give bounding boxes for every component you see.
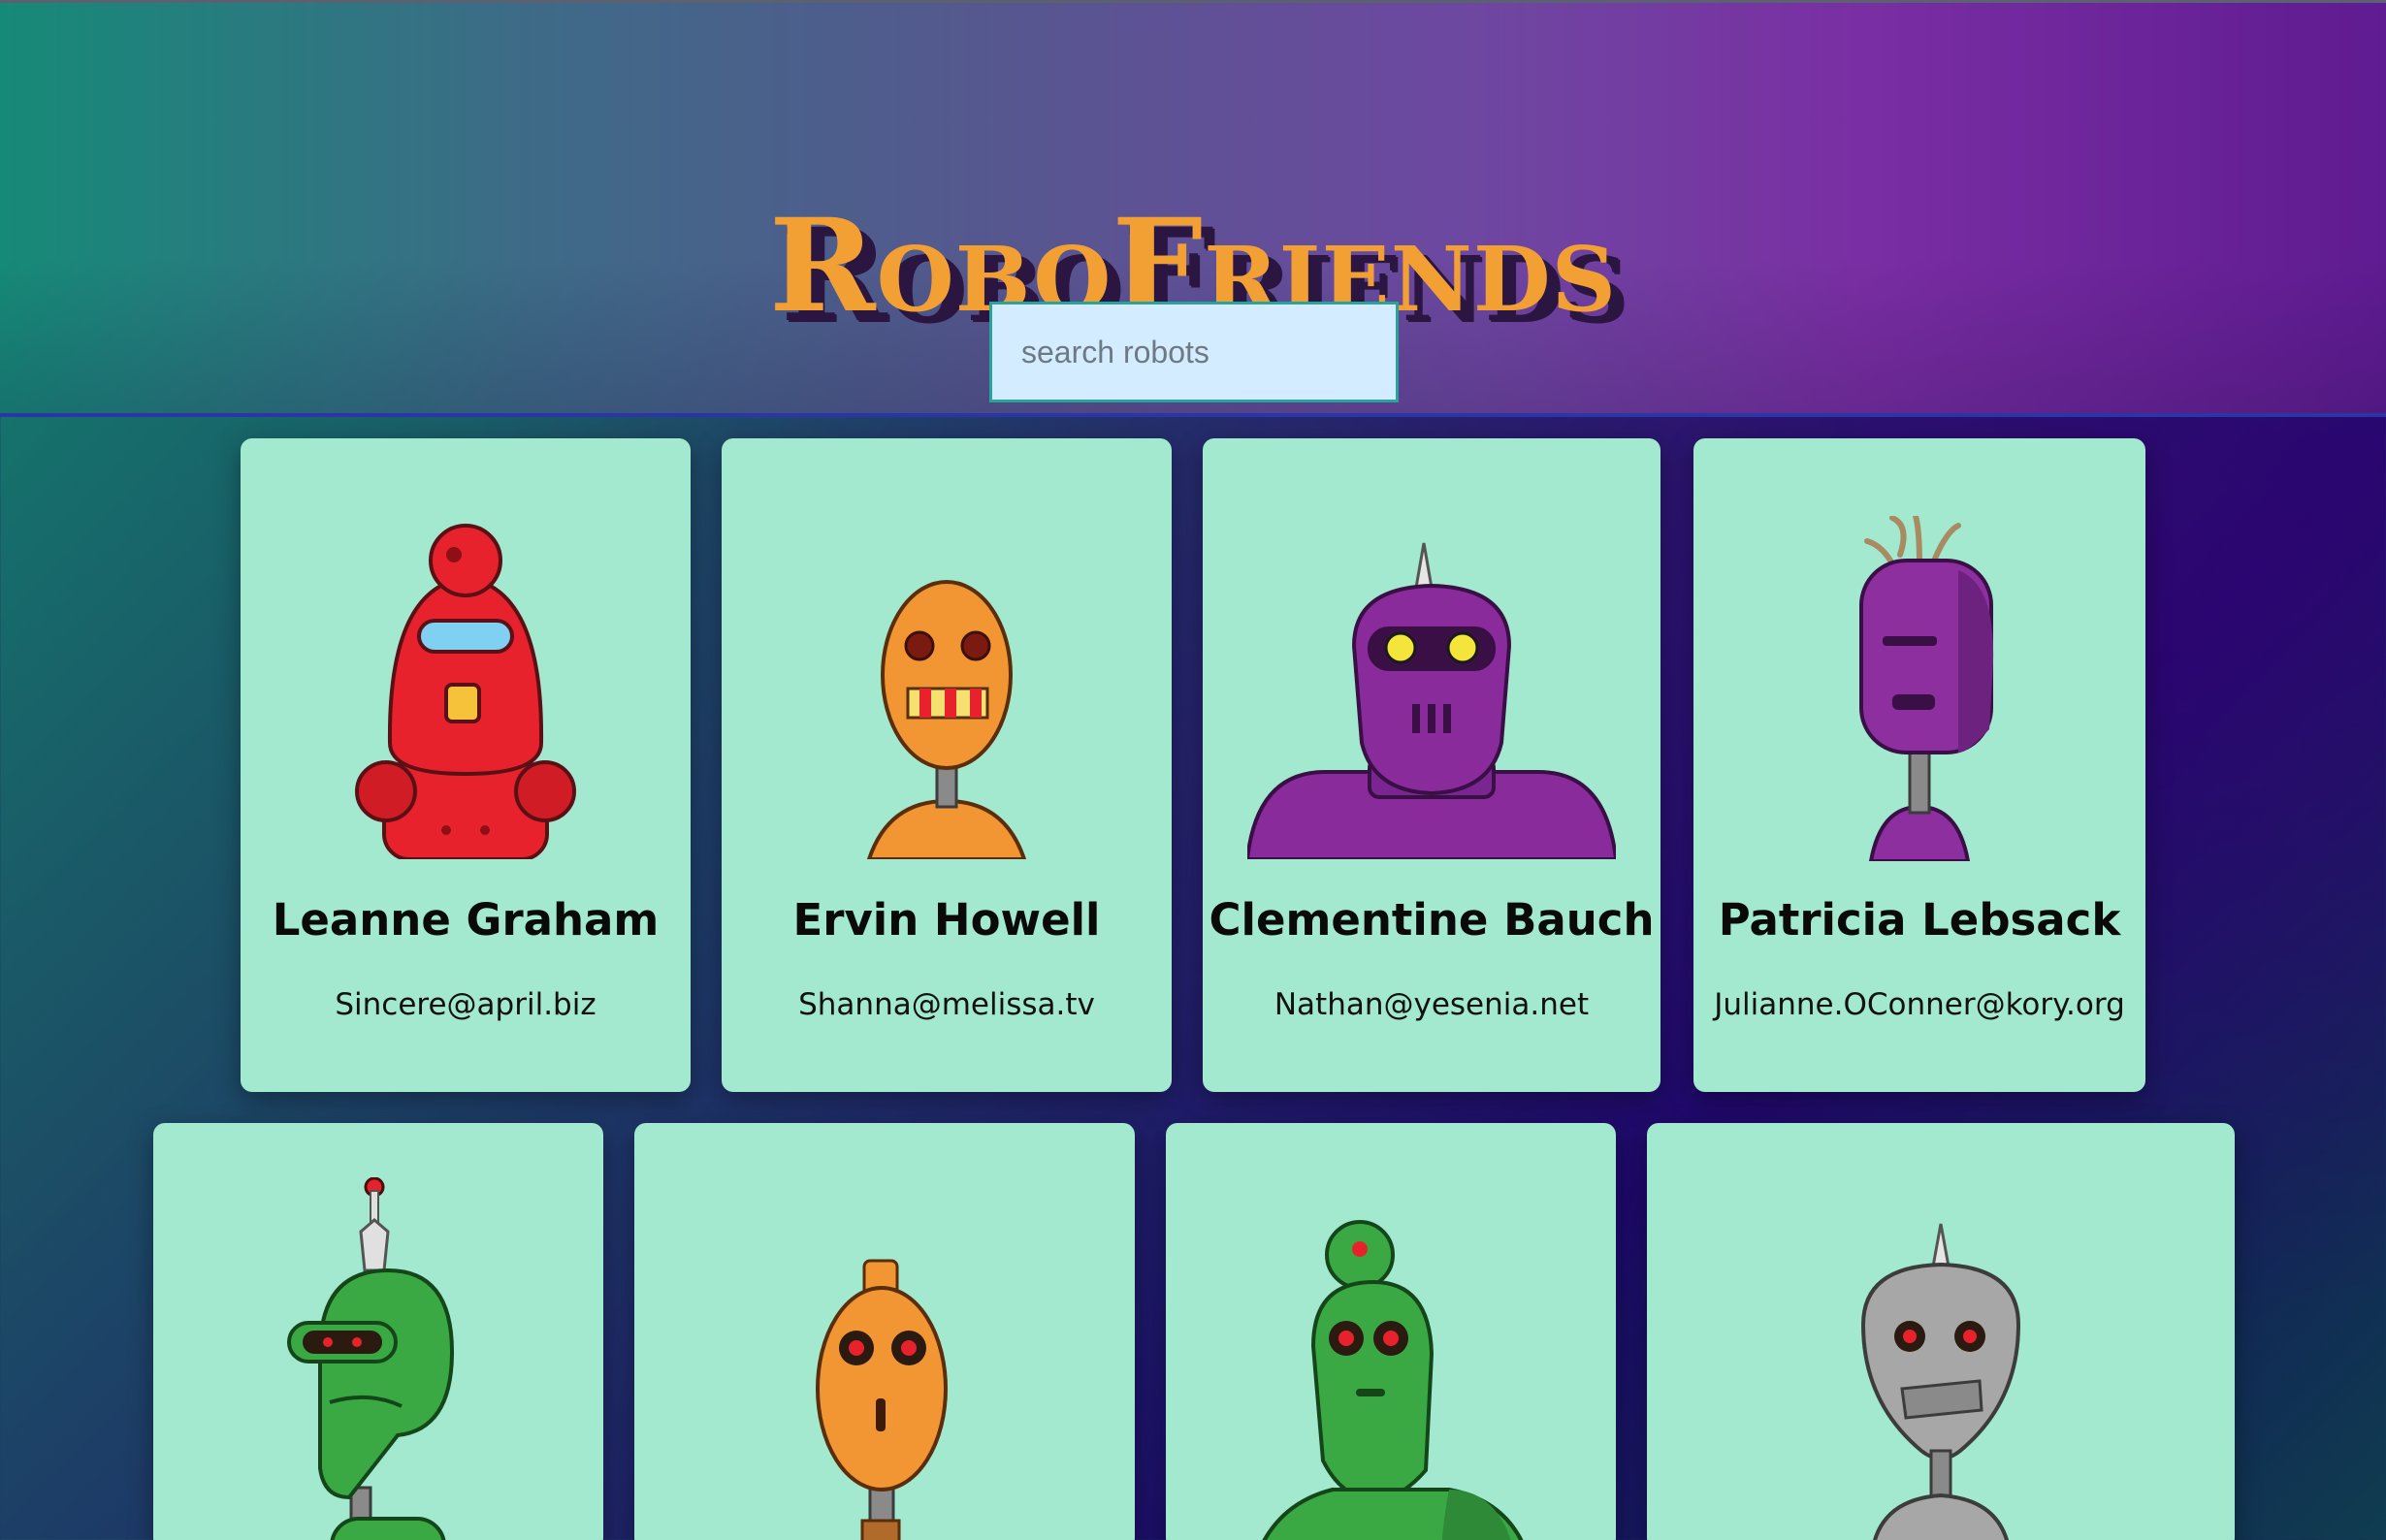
robot-card[interactable] bbox=[1166, 1123, 1616, 1540]
orange-robot-illustration bbox=[866, 580, 1027, 859]
robot-card[interactable]: Patricia Lebsack Julianne.OConner@kory.o… bbox=[1693, 438, 2145, 1092]
robot-email: Nathan@yesenia.net bbox=[1274, 987, 1590, 1022]
app-header: RoboFriends bbox=[0, 0, 2386, 417]
robot-card[interactable]: Clementine Bauch Nathan@yesenia.net bbox=[1203, 438, 1661, 1092]
purple-robot-illustration bbox=[1859, 516, 1994, 861]
gray-robot-illustration bbox=[1860, 1223, 2021, 1540]
robot-card[interactable]: Leanne Graham Sincere@april.biz bbox=[241, 438, 691, 1092]
robot-name: Patricia Lebsack bbox=[1718, 894, 2121, 946]
robot-name: Ervin Howell bbox=[792, 894, 1101, 946]
robot-card[interactable] bbox=[634, 1123, 1135, 1540]
robot-name: Clementine Bauch bbox=[1209, 894, 1655, 946]
robot-email: Sincere@april.biz bbox=[335, 987, 596, 1022]
search-input[interactable] bbox=[989, 302, 1399, 402]
green-robot-illustration bbox=[287, 1177, 455, 1540]
orange-robot-illustration bbox=[816, 1259, 948, 1540]
robot-name: Leanne Graham bbox=[272, 894, 660, 946]
red-robot-illustration bbox=[355, 524, 576, 859]
robot-card[interactable]: Ervin Howell Shanna@melissa.tv bbox=[722, 438, 1172, 1092]
robot-email: Shanna@melissa.tv bbox=[798, 987, 1095, 1022]
purple-robot-illustration bbox=[1247, 542, 1616, 859]
robot-card[interactable] bbox=[153, 1123, 603, 1540]
green-robot-illustration bbox=[1262, 1220, 1524, 1540]
robot-card[interactable] bbox=[1647, 1123, 2235, 1540]
robot-email: Julianne.OConner@kory.org bbox=[1714, 987, 2125, 1022]
